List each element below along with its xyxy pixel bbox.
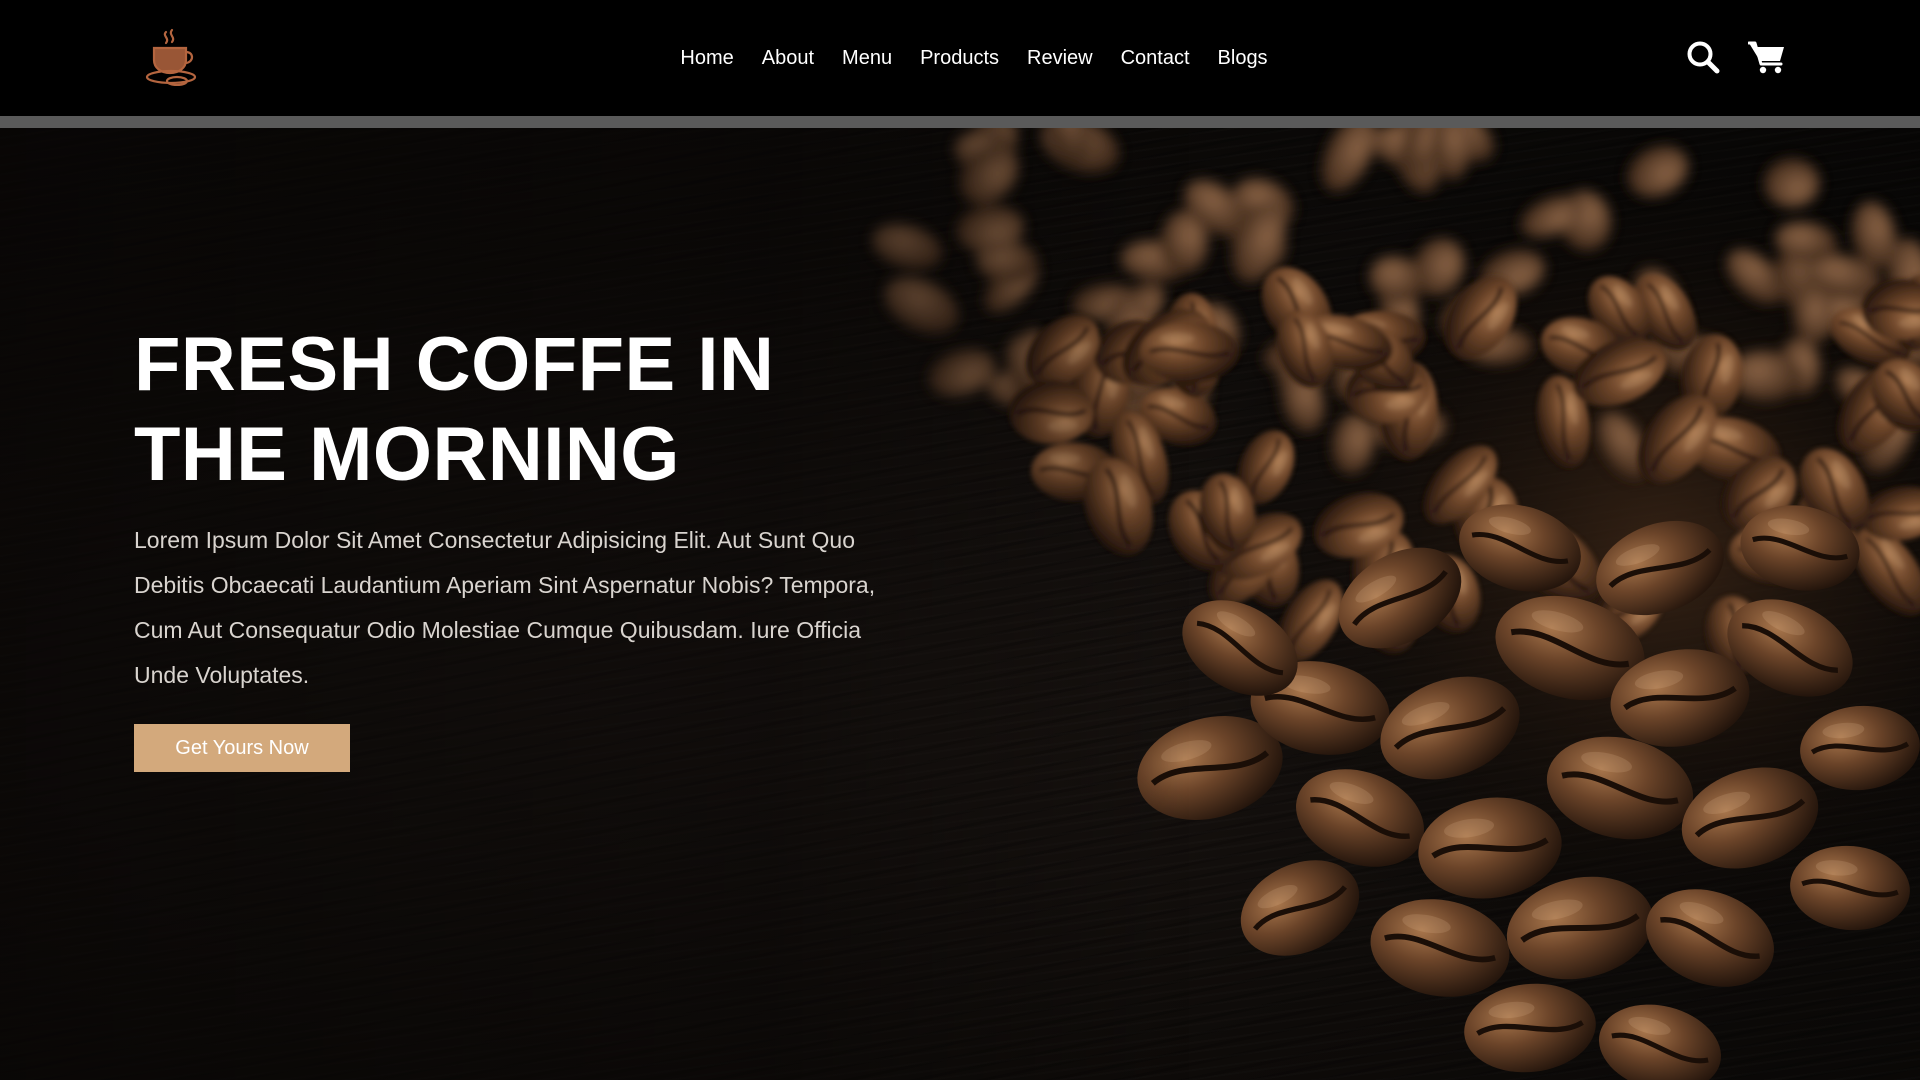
site-header: Home About Menu Products Review Contact … — [0, 0, 1920, 116]
search-icon[interactable] — [1684, 38, 1722, 76]
hero-description: Lorem Ipsum Dolor Sit Amet Consectetur A… — [134, 527, 876, 688]
nav-blogs[interactable]: Blogs — [1218, 47, 1268, 70]
hero-title: FRESH COFFE IN THE MORNING — [134, 322, 775, 497]
shopping-cart-icon[interactable] — [1748, 38, 1786, 76]
nav-review[interactable]: Review — [1027, 47, 1093, 70]
nav-menu[interactable]: Menu — [842, 47, 892, 70]
hero-section: FRESH COFFE IN THE MORNING Lorem Ipsum D… — [0, 128, 1920, 1080]
coffee-cup-icon[interactable] — [142, 26, 200, 87]
get-yours-now-button[interactable]: Get Yours Now — [134, 724, 350, 772]
main-nav: Home About Menu Products Review Contact … — [0, 0, 1920, 116]
nav-about[interactable]: About — [762, 47, 814, 70]
nav-links: Home About Menu Products Review Contact … — [680, 47, 1267, 70]
logo-svg — [145, 28, 197, 87]
nav-contact[interactable]: Contact — [1121, 47, 1190, 70]
page: Home About Menu Products Review Contact … — [0, 0, 1920, 1080]
search-svg — [1687, 41, 1720, 74]
nav-home[interactable]: Home — [680, 47, 733, 70]
hero-content: FRESH COFFE IN THE MORNING Lorem Ipsum D… — [134, 320, 914, 772]
header-actions — [1684, 38, 1786, 76]
cart-svg — [1748, 41, 1784, 74]
header-divider — [0, 116, 1920, 128]
nav-products[interactable]: Products — [920, 47, 999, 70]
